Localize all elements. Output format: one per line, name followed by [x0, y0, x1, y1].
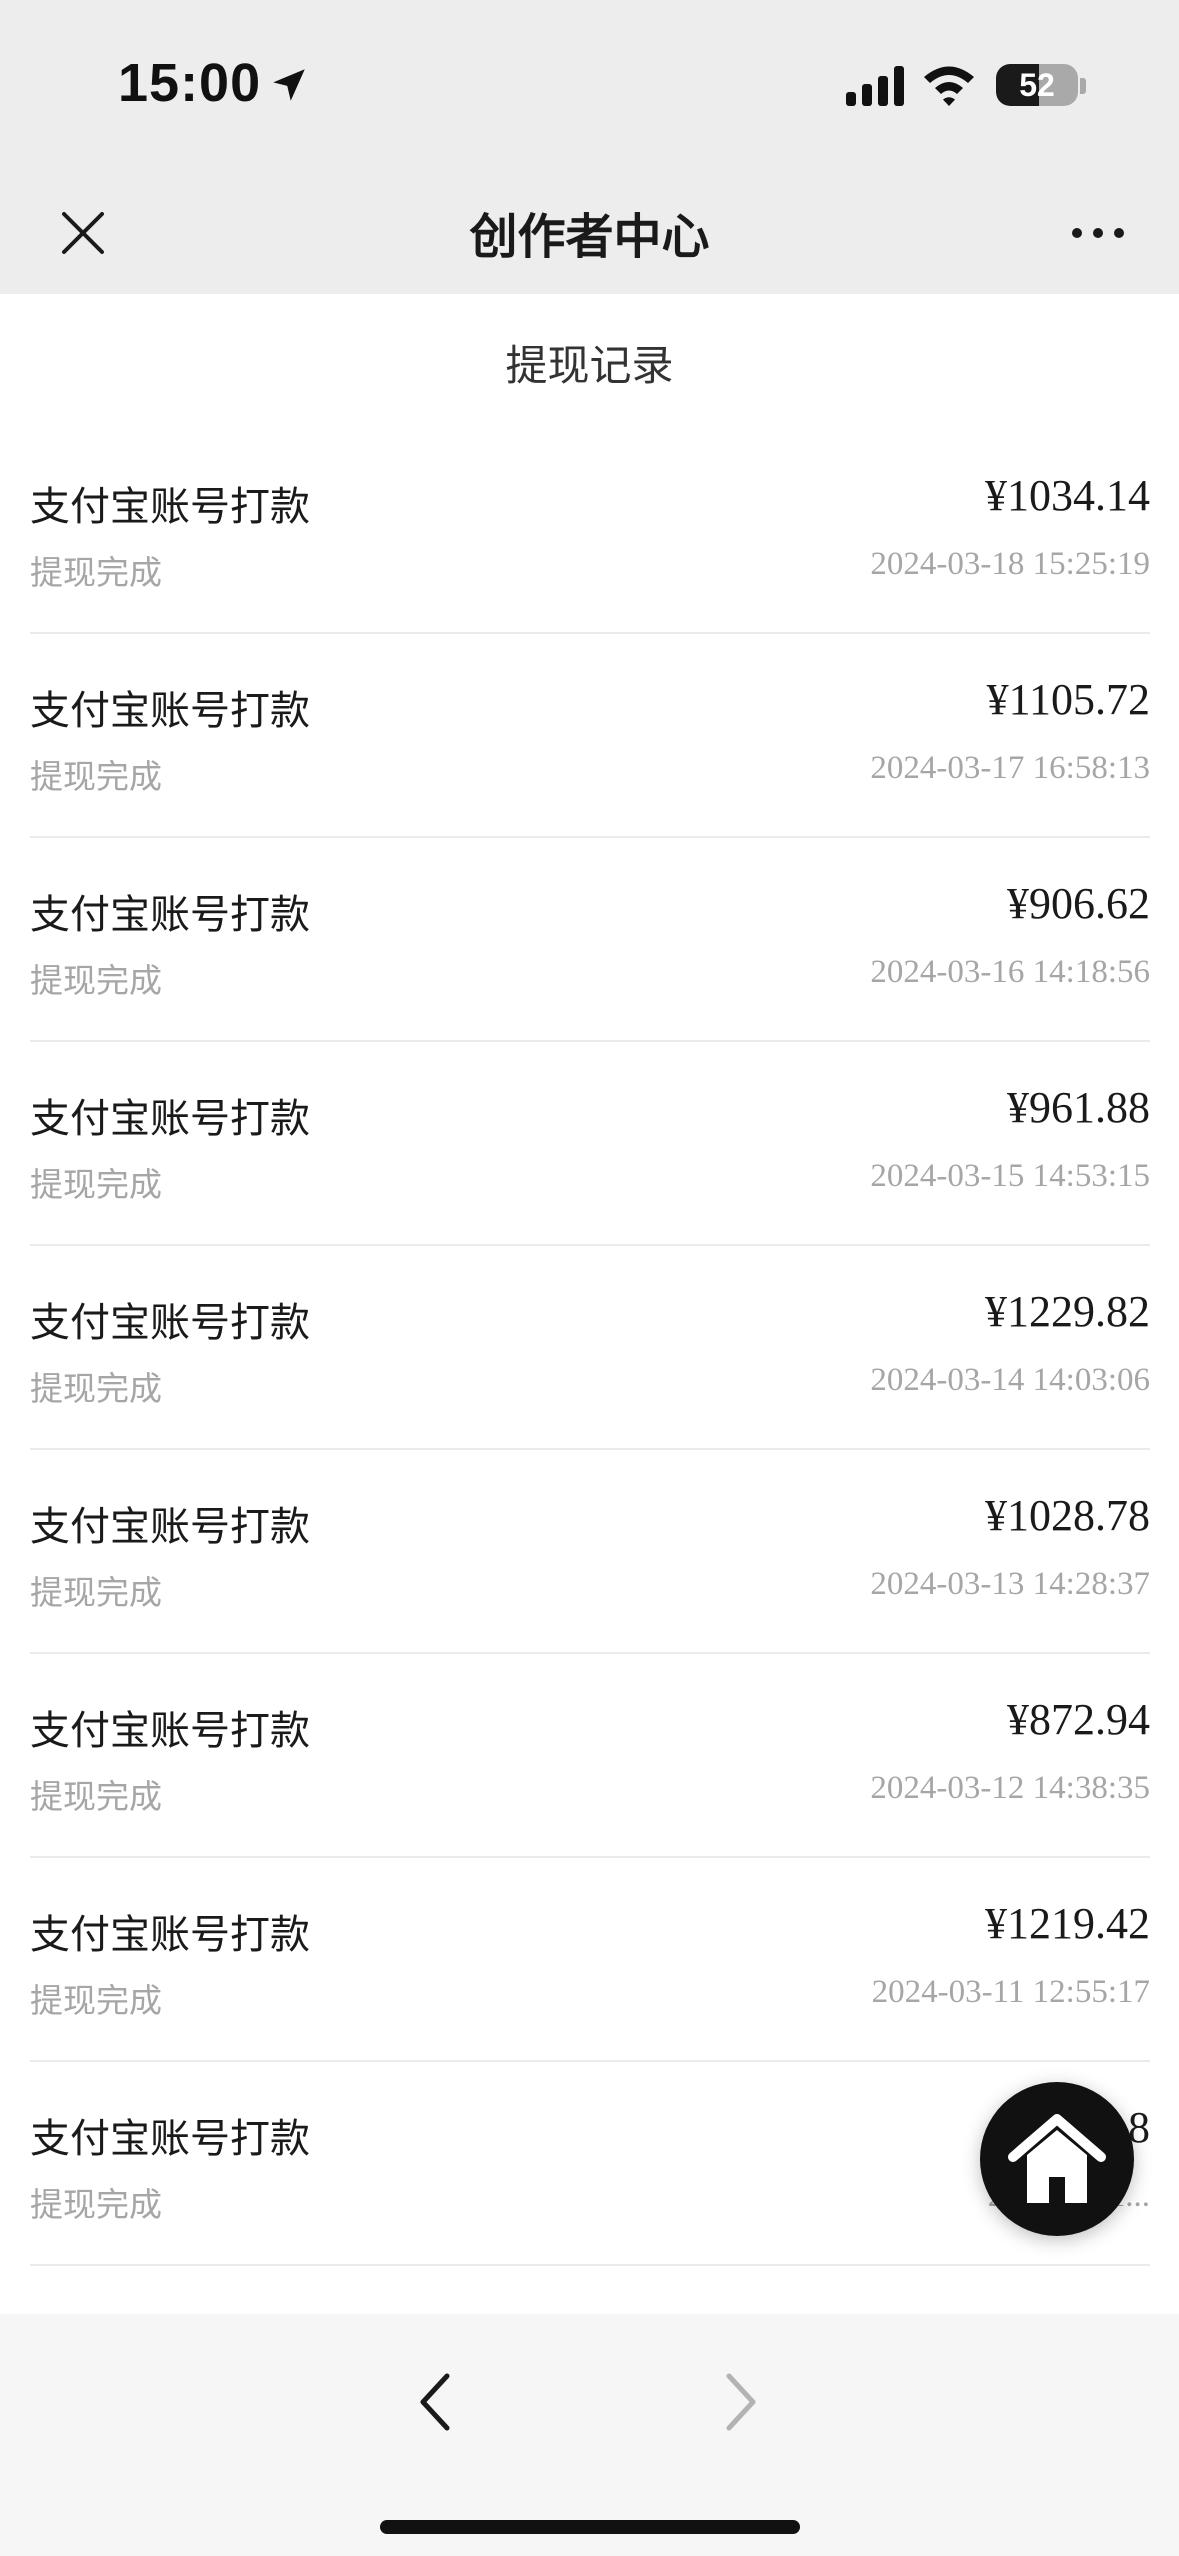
record-status: 提现完成 — [30, 553, 162, 592]
record-item[interactable]: 支付宝账号打款 提现完成 ¥906.62 2024-03-16 14:18:56 — [30, 838, 1150, 1042]
record-amount: ¥872.94 — [1007, 1695, 1150, 1744]
chevron-left-icon — [420, 2373, 450, 2431]
record-time: 2024-03-17 16:58:13 — [870, 750, 1150, 786]
record-amount: ¥1229.82 — [985, 1287, 1150, 1336]
record-time: 2024-03-16 14:18:56 — [870, 954, 1150, 990]
record-time: 2024-03-13 14:28:37 — [870, 1566, 1150, 1602]
record-time: 2024-03-15 14:53:15 — [870, 1158, 1150, 1194]
navigation-bar: 创作者中心 — [0, 170, 1179, 294]
status-bar: 15:00 52 — [0, 0, 1179, 170]
record-time: 2024-03-12 14:38:35 — [870, 1770, 1150, 1806]
location-arrow-icon — [273, 69, 305, 101]
record-amount: ¥906.62 — [1007, 879, 1150, 928]
status-time: 15:00 — [118, 53, 262, 113]
back-button[interactable] — [400, 2356, 470, 2448]
record-item[interactable]: 支付宝账号打款 提现完成 ¥872.94 2024-03-12 14:38:35 — [30, 1654, 1150, 1858]
record-method: 支付宝账号打款 — [30, 1096, 310, 1142]
home-icon — [1008, 2114, 1106, 2203]
section-heading: 提现记录 — [505, 340, 674, 390]
record-amount: ¥1105.72 — [986, 675, 1150, 724]
record-status: 提现完成 — [30, 1777, 162, 1816]
record-method: 支付宝账号打款 — [30, 892, 310, 938]
bottom-navigation-bar — [0, 2314, 1179, 2556]
record-status: 提现完成 — [30, 1573, 162, 1612]
more-button[interactable] — [1060, 206, 1136, 260]
record-time: 2024-03-14 14:03:06 — [870, 1362, 1150, 1398]
close-icon — [62, 212, 104, 254]
page-title: 创作者中心 — [469, 209, 710, 265]
record-status: 提现完成 — [30, 961, 162, 1000]
record-item[interactable]: 支付宝账号打款 提现完成 ¥1028.78 2024-03-13 14:28:3… — [30, 1450, 1150, 1654]
record-amount: ¥1028.78 — [985, 1491, 1150, 1540]
record-amount: ¥1219.42 — [985, 1899, 1150, 1948]
battery-icon: 52 — [996, 64, 1078, 106]
record-status: 提现完成 — [30, 1981, 162, 2020]
record-time: 2024-03-11 12:55:17 — [871, 1974, 1150, 2010]
record-method: 支付宝账号打款 — [30, 1300, 310, 1346]
record-method: 支付宝账号打款 — [30, 1504, 310, 1550]
record-item[interactable]: 支付宝账号打款 提现完成 ¥1229.82 2024-03-14 14:03:0… — [30, 1246, 1150, 1450]
home-fab-button[interactable] — [980, 2082, 1134, 2236]
record-status: 提现完成 — [30, 1165, 162, 1204]
battery-percent: 52 — [1019, 66, 1055, 103]
record-item[interactable]: 支付宝账号打款 提现完成 ¥1219.42 2024-03-11 12:55:1… — [30, 1858, 1150, 2062]
app-screen: 15:00 52 创作者中心 提现记录 支付宝账号打款 提现完成 ¥1034.1… — [0, 0, 1179, 2556]
record-item[interactable]: 支付宝账号打款 提现完成 ¥1105.72 2024-03-17 16:58:1… — [30, 634, 1150, 838]
record-item[interactable]: 支付宝账号打款 提现完成 ¥961.88 2024-03-15 14:53:15 — [30, 1042, 1150, 1246]
record-status: 提现完成 — [30, 1369, 162, 1408]
chevron-right-icon — [726, 2373, 756, 2431]
record-method: 支付宝账号打款 — [30, 688, 310, 734]
record-method: 支付宝账号打款 — [30, 2116, 310, 2162]
record-method: 支付宝账号打款 — [30, 484, 310, 530]
record-status: 提现完成 — [30, 757, 162, 796]
wifi-icon — [924, 66, 974, 106]
record-method: 支付宝账号打款 — [30, 1912, 310, 1958]
record-item[interactable]: 支付宝账号打款 提现完成 ¥1034.14 2024-03-18 15:25:1… — [30, 430, 1150, 634]
record-time: 2024-03-18 15:25:19 — [870, 546, 1150, 582]
forward-button[interactable] — [706, 2356, 776, 2448]
battery-tip — [1080, 78, 1086, 94]
more-icon — [1072, 228, 1124, 238]
record-amount: ¥1034.14 — [985, 471, 1150, 520]
top-bar: 15:00 52 创作者中心 — [0, 0, 1179, 294]
cellular-signal-icon — [846, 66, 904, 106]
record-status: 提现完成 — [30, 2185, 162, 2224]
close-button[interactable] — [48, 198, 118, 268]
withdrawal-record-list: 支付宝账号打款 提现完成 ¥1034.14 2024-03-18 15:25:1… — [30, 430, 1150, 2266]
record-amount: ¥961.88 — [1007, 1083, 1150, 1132]
home-indicator — [380, 2520, 800, 2534]
record-method: 支付宝账号打款 — [30, 1708, 310, 1754]
